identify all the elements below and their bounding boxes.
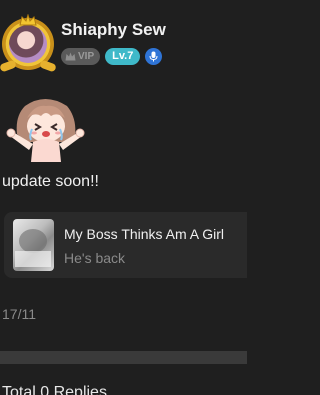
avatar-wing-left <box>0 59 17 73</box>
avatar-image <box>9 25 47 63</box>
linked-item-subtitle: He's back <box>64 250 126 266</box>
microphone-badge[interactable] <box>145 47 163 65</box>
user-avatar[interactable] <box>0 14 57 74</box>
cover-art-shape <box>19 229 47 253</box>
level-badge-label: Lv.7 <box>112 50 134 62</box>
crown-icon <box>65 52 76 60</box>
crying-chibi-girl-sticker <box>6 99 85 162</box>
replies-count-header: Total 0 Replies <box>2 384 107 395</box>
vip-badge-label: VIP <box>78 50 95 62</box>
avatar-crown-icon <box>19 14 37 26</box>
avatar-wing-right <box>39 59 57 73</box>
cover-art-shape <box>15 251 51 267</box>
username[interactable]: Shiaphy Sew <box>61 20 166 40</box>
post-date: 17/11 <box>2 306 36 322</box>
user-badges: VIP Lv.7 <box>61 47 163 65</box>
section-divider <box>0 351 247 364</box>
linked-item-title: My Boss Thinks Am A Girl <box>64 226 225 242</box>
level-badge[interactable]: Lv.7 <box>105 47 141 65</box>
vip-badge[interactable]: VIP <box>61 47 101 65</box>
post-detail-page: Shiaphy Sew VIP Lv.7 update soon!! My Bo… <box>0 0 247 395</box>
post-text: update soon!! <box>2 173 99 190</box>
linked-item-cover <box>13 219 54 271</box>
microphone-icon <box>149 51 158 61</box>
linked-item-card[interactable]: My Boss Thinks Am A Girl He's back <box>4 212 247 278</box>
